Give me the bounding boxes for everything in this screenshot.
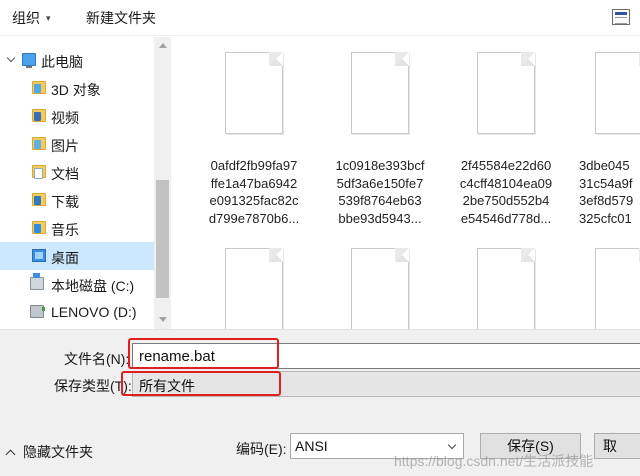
file-icon: [351, 248, 409, 329]
usb-drive-icon: [30, 305, 45, 318]
nav-item-label: 音乐: [51, 222, 79, 238]
nav-item-3d-objects[interactable]: 3D 对象: [0, 74, 154, 102]
nav-item-this-pc[interactable]: 此电脑: [0, 46, 154, 74]
hide-folders-label: 隐藏文件夹: [23, 444, 93, 460]
file-item[interactable]: [321, 233, 439, 329]
encoding-label: 编码(E):: [236, 441, 287, 457]
file-name: 1c0918e393bcf 5df3a6e150fe7 539f8764eb63 bb…: [335, 158, 425, 226]
chevron-down-icon: ▾: [46, 12, 51, 23]
downloads-folder-icon: [32, 193, 46, 206]
nav-item-downloads[interactable]: 下载: [0, 186, 154, 214]
file-icon: [351, 52, 409, 134]
file-item[interactable]: 3dbe045 31c54a9f 3ef8d579 325cfc01: [573, 37, 640, 237]
pictures-folder-icon: [32, 137, 46, 150]
file-item[interactable]: [573, 233, 640, 329]
chevron-expanded-icon[interactable]: [6, 53, 16, 63]
file-icon: [477, 248, 535, 329]
scroll-down-icon[interactable]: [159, 317, 167, 322]
nav-scrollbar[interactable]: [154, 37, 171, 329]
chevron-up-icon: [5, 449, 16, 459]
nav-item-label: 此电脑: [41, 54, 83, 70]
filename-label: 文件名(N):: [64, 351, 130, 367]
file-icon: [225, 52, 283, 134]
videos-folder-icon: [32, 109, 46, 122]
nav-item-local-disk-c[interactable]: 本地磁盘 (C:): [0, 270, 154, 298]
file-item[interactable]: 0afdf2fb99fa97 ffe1a47ba6942 e091325fac82c…: [195, 37, 313, 237]
nav-item-label: LENOVO (D:): [51, 304, 137, 320]
local-disk-icon: [30, 273, 44, 290]
scroll-up-icon[interactable]: [159, 43, 167, 48]
organize-label: 组织: [12, 10, 40, 26]
toolbar: 组织 ▾ 新建文件夹: [0, 0, 640, 36]
nav-item-pictures[interactable]: 图片: [0, 130, 154, 158]
encoding-value: ANSI: [295, 438, 328, 454]
music-folder-icon: [32, 221, 46, 234]
file-item[interactable]: 2f45584e22d60 c4cff48104ea09 2be750d552b4 e…: [447, 37, 565, 237]
file-name: 0afdf2fb99fa97 ffe1a47ba6942 e091325fac82c…: [208, 158, 300, 226]
chevron-down-icon: [447, 440, 457, 450]
highlight-box-filename: [128, 338, 279, 369]
nav-item-videos[interactable]: 视频: [0, 102, 154, 130]
file-icon: [595, 248, 640, 329]
watermark-text: https://blog.csdn.net/生活派技能: [394, 453, 594, 469]
nav-item-label: 3D 对象: [51, 82, 101, 98]
nav-item-label: 桌面: [51, 250, 79, 266]
computer-icon: [22, 53, 36, 68]
file-item[interactable]: [447, 233, 565, 329]
file-list: 0afdf2fb99fa97 ffe1a47ba6942 e091325fac82c…: [172, 37, 640, 329]
organize-button[interactable]: 组织 ▾: [12, 8, 51, 28]
file-item[interactable]: 1c0918e393bcf 5df3a6e150fe7 539f8764eb63 bb…: [321, 37, 439, 237]
save-form: 文件名(N): rename.bat 保存类型(T): 所有文件 隐藏文件夹 编…: [0, 329, 640, 476]
nav-item-label: 视频: [51, 110, 79, 126]
file-icon: [595, 52, 640, 134]
view-options-icon[interactable]: [612, 9, 630, 25]
nav-item-desktop[interactable]: 桌面: [0, 242, 154, 270]
file-item[interactable]: [195, 233, 313, 329]
file-icon: [477, 52, 535, 134]
documents-folder-icon: [32, 165, 46, 179]
new-folder-button[interactable]: 新建文件夹: [86, 8, 156, 28]
file-name: 3dbe045 31c54a9f 3ef8d579 325cfc01: [579, 158, 634, 226]
nav-item-label: 本地磁盘 (C:): [51, 278, 135, 294]
file-name: 2f45584e22d60 c4cff48104ea09 2be750d552b4 e…: [459, 158, 553, 226]
navigation-pane: 此电脑 3D 对象 视频 图片 文档 下载 音乐 桌面 本地磁盘 (C:) LE…: [0, 37, 154, 329]
nav-item-lenovo-d[interactable]: LENOVO (D:): [0, 298, 154, 326]
scrollbar-thumb[interactable]: [156, 180, 169, 298]
file-icon: [225, 248, 283, 329]
highlight-box-filetype: [121, 371, 281, 396]
3d-objects-folder-icon: [32, 81, 46, 94]
desktop-folder-icon: [32, 249, 46, 262]
nav-item-music[interactable]: 音乐: [0, 214, 154, 242]
nav-item-label: 下载: [51, 194, 79, 210]
nav-item-label: 文档: [51, 166, 79, 182]
nav-item-documents[interactable]: 文档: [0, 158, 154, 186]
nav-item-label: 图片: [51, 138, 79, 154]
cancel-button[interactable]: 取: [594, 433, 640, 459]
hide-folders-button[interactable]: 隐藏文件夹: [4, 442, 93, 462]
